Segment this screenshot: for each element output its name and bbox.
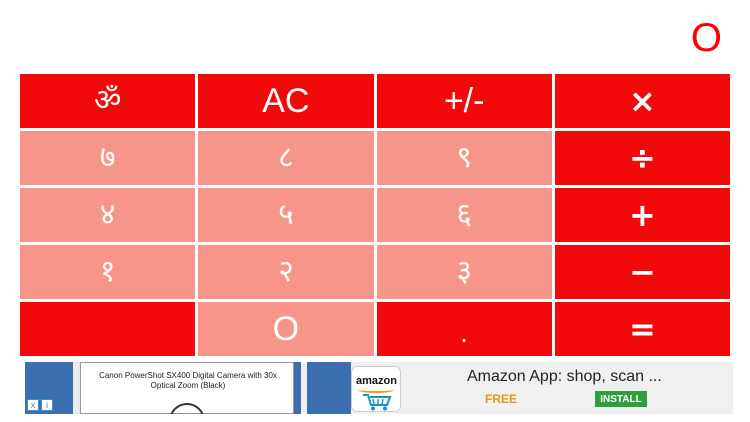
digit-5-button[interactable]: ५ [198, 188, 374, 242]
divide-button[interactable]: ÷ [554, 131, 730, 185]
ad-product-text: Canon PowerShot SX400 Digital Camera wit… [99, 371, 277, 390]
digit-3-button[interactable]: ३ [376, 245, 552, 299]
amazon-app-icon[interactable]: amazon [351, 366, 401, 412]
digit-7-button[interactable]: ७ [20, 131, 196, 185]
display-value: O [690, 16, 722, 60]
om-button[interactable]: ॐ [20, 74, 196, 128]
digit-6-button[interactable]: ६ [376, 188, 552, 242]
ad-price: FREE [485, 392, 518, 406]
ad-title[interactable]: Amazon App: shop, scan ... [467, 368, 662, 386]
adchoices-icon[interactable]: x i [25, 398, 55, 412]
digit-9-button[interactable]: ९ [376, 131, 552, 185]
ad-product-card: Canon PowerShot SX400 Digital Camera wit… [80, 362, 294, 414]
calculator-display: O [20, 0, 730, 70]
minus-button[interactable]: − [554, 245, 730, 299]
equals-button[interactable]: = [554, 302, 730, 356]
toggle-sign-button[interactable]: +/- [376, 74, 552, 128]
ad-info-icon[interactable]: i [41, 399, 53, 411]
digit-1-button[interactable]: १ [20, 245, 196, 299]
ad-banner[interactable]: Canon PowerShot SX400 Digital Camera wit… [25, 362, 733, 414]
blank-button[interactable] [20, 302, 196, 356]
cart-icon [363, 394, 392, 411]
plus-button[interactable]: + [554, 188, 730, 242]
camera-lens-icon [169, 403, 205, 414]
digit-8-button[interactable]: ८ [198, 131, 374, 185]
decimal-point-button[interactable]: . [376, 302, 552, 356]
calculator-keypad: ॐ AC +/- × ७ ८ ९ ÷ ४ ५ ६ + १ २ ३ − O . = [20, 74, 730, 356]
ad-product-image[interactable]: Canon PowerShot SX400 Digital Camera wit… [25, 362, 301, 414]
digit-0-button[interactable]: O [198, 302, 374, 356]
digit-4-button[interactable]: ४ [20, 188, 196, 242]
install-button[interactable]: INSTALL [595, 391, 647, 407]
ad-x-icon[interactable]: x [27, 399, 39, 411]
multiply-button[interactable]: × [554, 74, 730, 128]
all-clear-button[interactable]: AC [198, 74, 374, 128]
digit-2-button[interactable]: २ [198, 245, 374, 299]
amazon-brand-text: amazon [356, 375, 397, 387]
ad-divider [307, 362, 351, 414]
